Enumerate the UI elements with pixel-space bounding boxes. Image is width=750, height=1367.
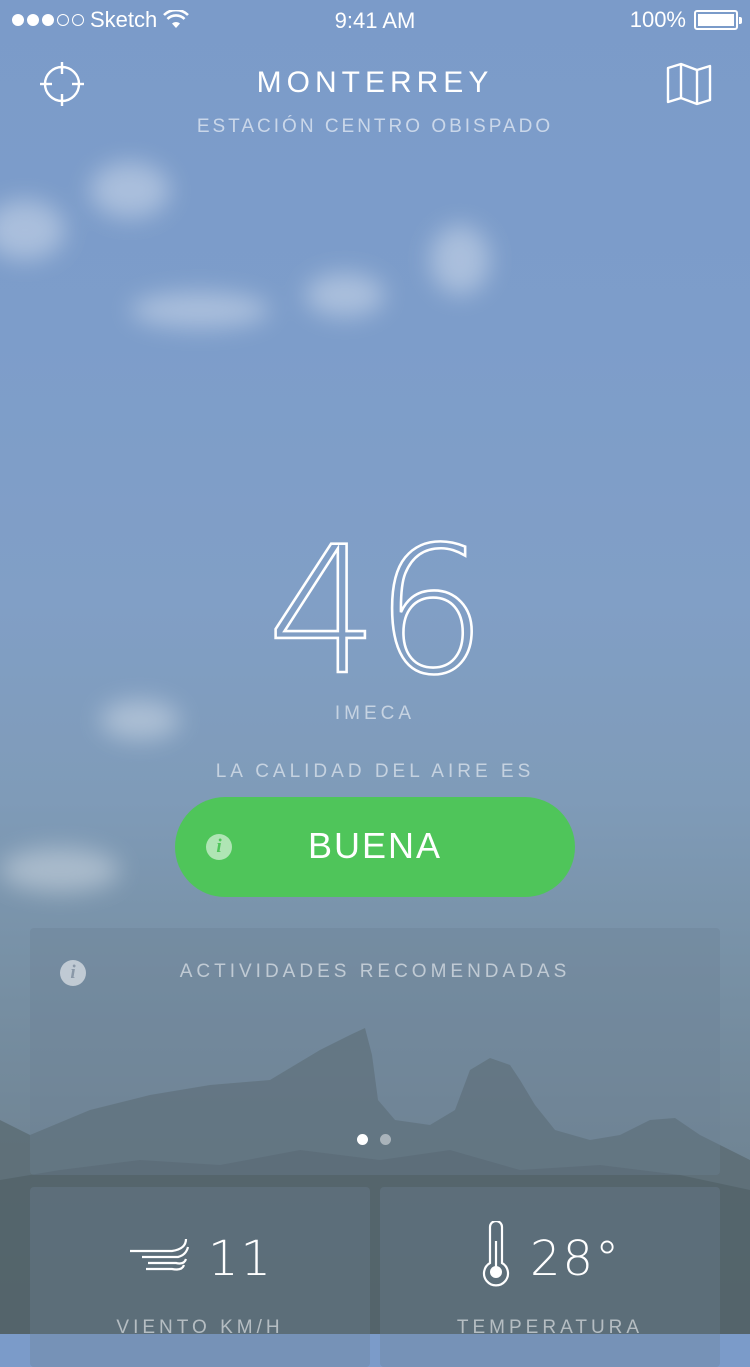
page-dot-2[interactable] xyxy=(380,1134,391,1145)
page-dot-1[interactable] xyxy=(357,1134,368,1145)
wind-card[interactable]: 11 VIENTO KM/H xyxy=(30,1187,370,1367)
battery-percent: 100% xyxy=(629,7,686,32)
status-right: 100% xyxy=(629,7,742,33)
city-name: MONTERREY xyxy=(256,66,494,99)
temperature-card[interactable]: 28° TEMPERATURA xyxy=(380,1187,720,1367)
map-button[interactable] xyxy=(666,62,714,110)
aqi-value-display: 46 xyxy=(266,530,489,690)
map-icon xyxy=(666,62,712,106)
battery-icon xyxy=(694,10,742,30)
activities-title: ACTIVIDADES RECOMENDADAS xyxy=(179,961,571,982)
station-name: ESTACIÓN CENTRO OBISPADO xyxy=(196,116,554,137)
aqi-unit: IMECA xyxy=(334,703,416,724)
temperature-value: 28° xyxy=(530,1231,622,1287)
aqi-value: 46 xyxy=(267,530,483,690)
activities-card[interactable]: i ACTIVIDADES RECOMENDADAS xyxy=(30,928,720,1175)
air-quality-status: BUENA xyxy=(307,825,443,866)
wind-icon xyxy=(130,1238,190,1271)
wind-label: VIENTO KM/H xyxy=(116,1317,284,1338)
thermometer-icon xyxy=(482,1221,510,1287)
wind-value: 11 xyxy=(208,1231,274,1287)
page-indicator[interactable] xyxy=(357,1134,391,1145)
air-quality-label: LA CALIDAD DEL AIRE ES xyxy=(215,761,535,782)
air-quality-status-button[interactable]: i BUENA xyxy=(175,797,575,897)
temperature-label: TEMPERATURA xyxy=(456,1317,644,1338)
status-bar: Sketch 9:41 AM 100% xyxy=(0,0,750,40)
